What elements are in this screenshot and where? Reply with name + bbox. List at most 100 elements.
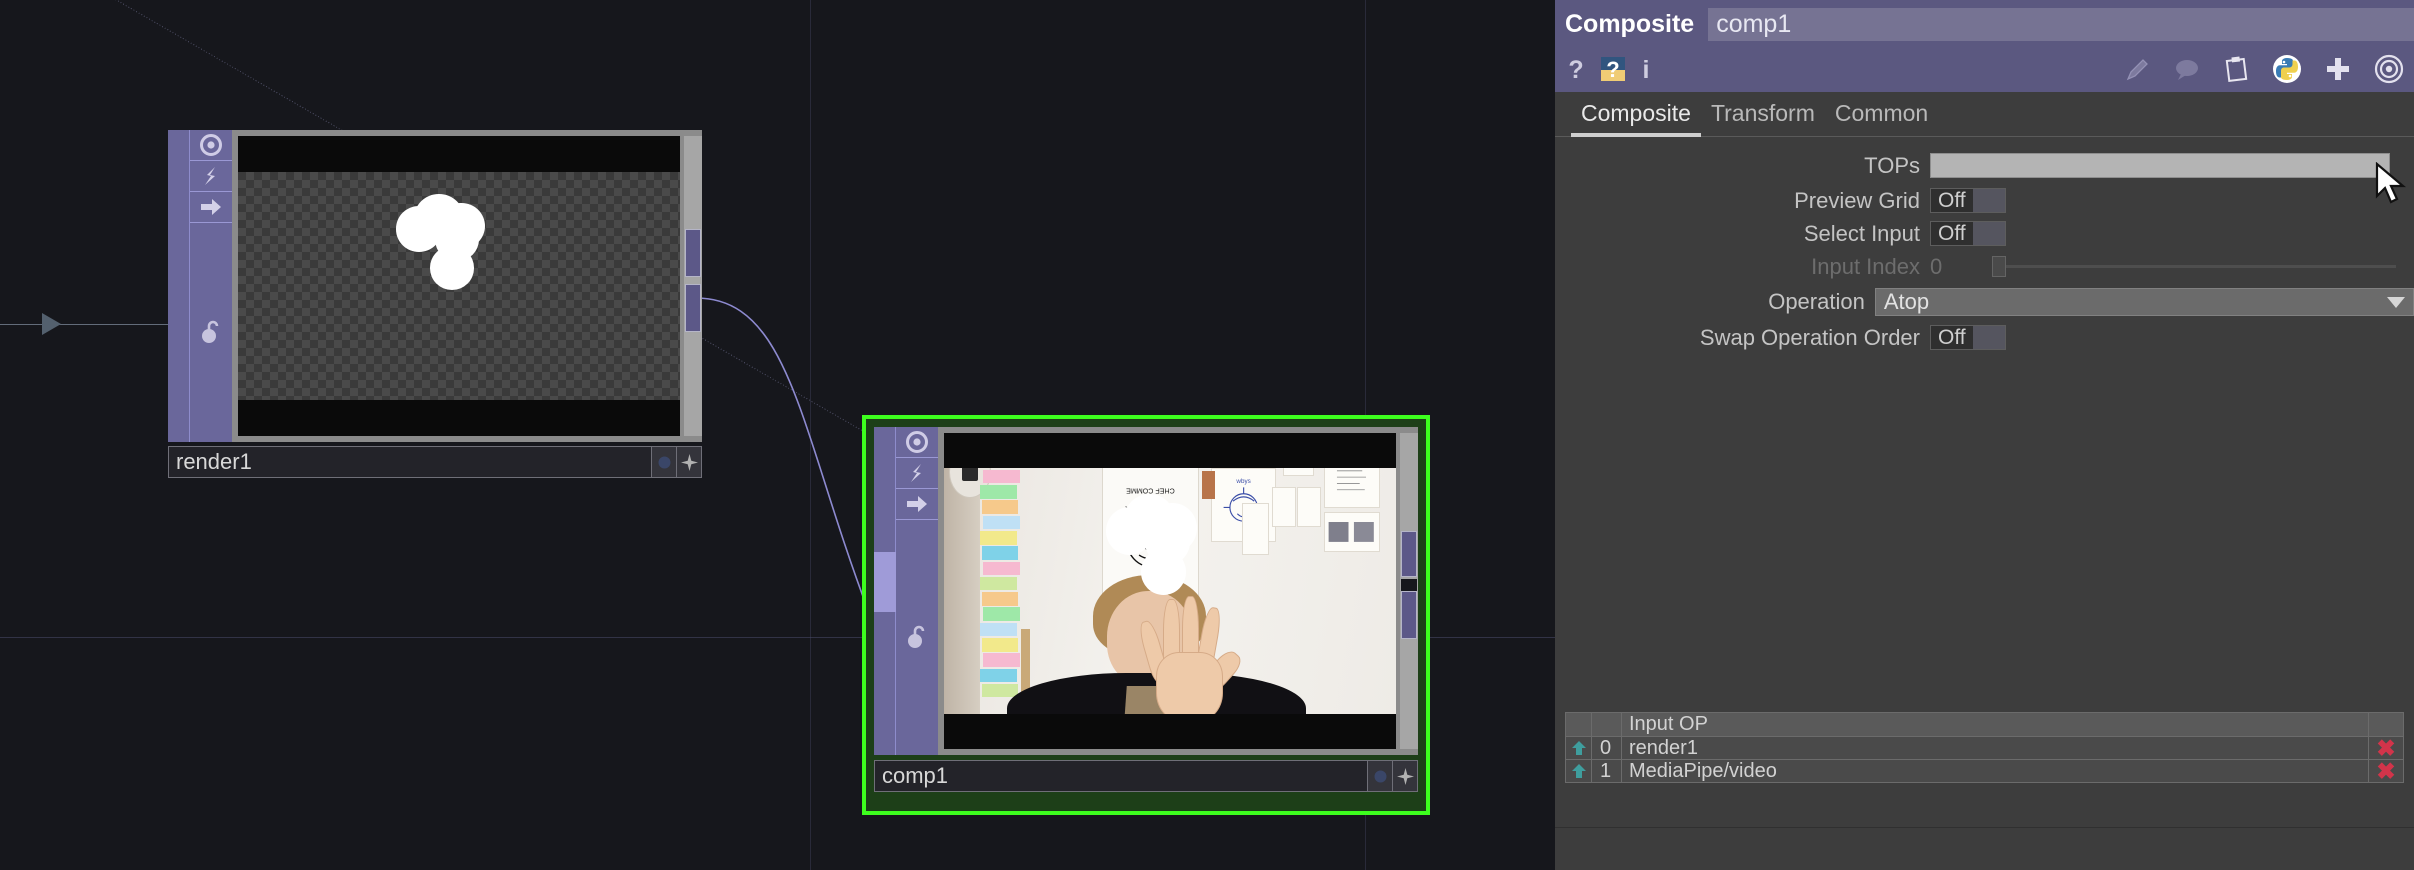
table-header-input-op: Input OP [1622, 713, 2369, 736]
tops-input[interactable] [1930, 153, 2390, 178]
mouse-cursor [2373, 161, 2413, 215]
wire-incoming-render1 [0, 324, 172, 325]
help-question-icon[interactable]: ? [1565, 55, 1587, 83]
node-viewer-render1[interactable] [232, 130, 702, 442]
viewer-image-comp1: CHEF COMME wbys [944, 433, 1396, 749]
output-connector[interactable] [685, 284, 701, 332]
tab-transform[interactable]: Transform [1701, 100, 1825, 136]
param-row-tops[interactable]: TOPs [1555, 151, 2414, 180]
table-row[interactable]: 0 render1 ✖ [1566, 736, 2403, 759]
slider-handle[interactable] [1992, 256, 2006, 277]
param-label-preview-grid: Preview Grid [1794, 187, 1920, 213]
param-row-operation[interactable]: Operation Atop [1555, 286, 2414, 318]
preview-grid-checkbox[interactable] [1972, 189, 2005, 212]
swap-operation-order-value: Off [1931, 326, 1973, 349]
parameter-panel-title-row: Composite comp1 [1555, 0, 2414, 48]
network-editor-pane[interactable]: render1 CHEF COMME wbys comp1 [0, 0, 1555, 870]
table-row[interactable]: 1 MediaPipe/video ✖ [1566, 759, 2403, 782]
viewer-active-icon[interactable] [896, 427, 938, 458]
plus-add-icon[interactable] [2324, 55, 2352, 83]
webcam-video-frame: CHEF COMME wbys [944, 433, 1396, 749]
parameter-panel[interactable]: Composite comp1 ? ? i Composite Transfor… [1555, 0, 2414, 870]
svg-text:?: ? [1606, 57, 1619, 82]
operation-dropdown[interactable]: Atop [1874, 288, 2414, 316]
node-name-label[interactable]: render1 [168, 446, 652, 478]
info-icon[interactable]: i [1639, 55, 1653, 83]
node-viewer-toggle-button[interactable] [652, 446, 677, 478]
node-viewer-toggle-button[interactable] [1368, 760, 1393, 792]
swap-operation-order-checkbox[interactable] [1972, 326, 2005, 349]
output-connector[interactable] [685, 229, 701, 277]
table-header-arrow-cell [1566, 713, 1592, 736]
render-arrow-icon[interactable] [896, 489, 938, 520]
viewer-active-icon[interactable] [190, 130, 232, 161]
node-name-bar-render1[interactable]: render1 [168, 446, 702, 478]
input-index-value: 0 [1930, 253, 1943, 279]
param-row-swap-operation-order[interactable]: Swap Operation Order Off [1555, 323, 2414, 352]
select-input-value: Off [1931, 222, 1973, 245]
bypass-icon[interactable] [190, 161, 232, 192]
close-icon: ✖ [2376, 757, 2396, 784]
op-help-icon[interactable]: ? [1600, 55, 1626, 83]
operator-name-field[interactable]: comp1 [1708, 7, 2414, 41]
lock-icon[interactable] [896, 520, 938, 755]
tab-common[interactable]: Common [1825, 100, 1938, 136]
pencil-edit-icon[interactable] [2124, 56, 2151, 83]
output-connector[interactable] [1401, 531, 1417, 577]
svg-text:?: ? [1568, 56, 1583, 83]
table-cell-input-op[interactable]: render1 [1622, 737, 2369, 759]
delete-row-button[interactable]: ✖ [2369, 757, 2403, 784]
input-connector-active[interactable] [874, 552, 896, 612]
viewer-letterbox [944, 714, 1396, 749]
move-up-arrow-icon[interactable] [1566, 737, 1592, 759]
operation-value: Atop [1883, 289, 1930, 314]
node-output-connectors-comp1[interactable] [1400, 433, 1418, 749]
node-name-bar-comp1[interactable]: comp1 [874, 760, 1418, 792]
node-comp1[interactable]: CHEF COMME wbys comp1 [862, 415, 1430, 815]
node-flags-column[interactable] [874, 427, 896, 755]
node-name-label[interactable]: comp1 [874, 760, 1368, 792]
param-row-preview-grid[interactable]: Preview Grid Off [1555, 186, 2414, 215]
viewer-letterbox [238, 136, 680, 172]
render-dot [430, 246, 475, 290]
viewer-image-render1 [238, 136, 680, 436]
node-clone-star-button[interactable] [1393, 760, 1418, 792]
tab-composite[interactable]: Composite [1571, 100, 1701, 137]
output-connector[interactable] [1401, 591, 1417, 639]
table-cell-input-op[interactable]: MediaPipe/video [1622, 760, 2369, 782]
parameter-tab-bar[interactable]: Composite Transform Common [1555, 92, 2414, 137]
chevron-down-icon [2387, 296, 2405, 308]
param-row-select-input[interactable]: Select Input Off [1555, 219, 2414, 248]
node-output-connectors-render1[interactable] [684, 136, 702, 436]
lock-icon[interactable] [190, 223, 232, 442]
node-icon-column[interactable] [896, 427, 938, 755]
delete-row-button[interactable]: ✖ [2369, 736, 2403, 759]
node-icon-column[interactable] [190, 130, 232, 442]
select-input-toggle[interactable]: Off [1930, 221, 2006, 246]
move-up-arrow-icon[interactable] [1566, 760, 1592, 782]
clipboard-icon[interactable] [2223, 55, 2250, 83]
param-label-swap-operation-order: Swap Operation Order [1699, 324, 1920, 350]
node-viewer-comp1[interactable]: CHEF COMME wbys [938, 427, 1418, 755]
target-bullseye-icon[interactable] [2374, 54, 2404, 84]
input-op-table[interactable]: Input OP 0 render1 ✖ 1 MediaPipe/video ✖ [1565, 712, 2404, 783]
param-label-operation: Operation [1768, 289, 1865, 314]
node-render1[interactable]: render1 [168, 130, 702, 490]
preview-grid-toggle[interactable]: Off [1930, 188, 2006, 213]
param-label-input-index: Input Index [1811, 253, 1920, 279]
render-arrow-icon[interactable] [190, 192, 232, 223]
bypass-icon[interactable] [896, 458, 938, 489]
parameter-panel-header: Composite comp1 ? ? i [1555, 0, 2414, 92]
select-input-checkbox[interactable] [1972, 222, 2005, 245]
node-flags-column[interactable] [168, 130, 190, 442]
param-label-tops: TOPs [1864, 152, 1920, 178]
table-cell-index: 1 [1592, 760, 1622, 782]
parameter-panel-icon-row: ? ? i [1555, 48, 2414, 90]
swap-operation-order-toggle[interactable]: Off [1930, 325, 2006, 350]
input-index-slider[interactable] [1992, 256, 2396, 277]
svg-text:i: i [1643, 56, 1650, 83]
comment-bubble-icon[interactable] [2173, 56, 2201, 83]
touchdesigner-window: render1 CHEF COMME wbys comp1 Composite … [0, 0, 2414, 870]
python-icon[interactable] [2272, 54, 2302, 84]
node-clone-star-button[interactable] [677, 446, 702, 478]
